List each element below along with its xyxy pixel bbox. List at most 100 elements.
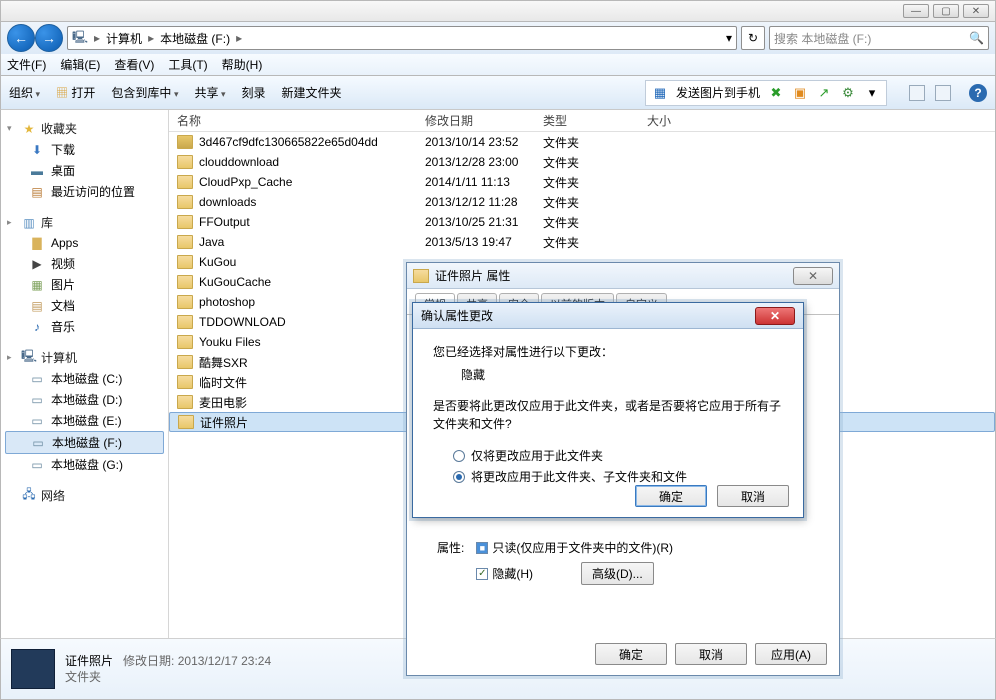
- menu-help[interactable]: 帮助(H): [222, 56, 263, 73]
- sidebar-item-pictures[interactable]: ▦图片: [1, 274, 168, 295]
- address-dropdown[interactable]: ▾: [726, 31, 732, 45]
- sidebar-item-music[interactable]: ♪音乐: [1, 316, 168, 337]
- library-icon: ▥: [21, 215, 37, 231]
- menu-edit[interactable]: 编辑(E): [60, 56, 100, 73]
- file-type: 文件夹: [535, 214, 639, 231]
- chevron-down-icon[interactable]: ▾: [864, 85, 880, 101]
- save-icon[interactable]: ▣: [792, 85, 808, 101]
- sidebar-drive-d[interactable]: ▭本地磁盘 (D:): [1, 389, 168, 410]
- network-icon: 🖧: [21, 488, 37, 504]
- table-row[interactable]: clouddownload2013/12/28 23:00文件夹: [169, 152, 995, 172]
- address-bar[interactable]: 🖳 ▸ 计算机 ▸ 本地磁盘 (F:) ▸ ▾: [67, 26, 737, 50]
- newfolder-button[interactable]: 新建文件夹: [282, 84, 342, 101]
- menu-file[interactable]: 文件(F): [7, 56, 46, 73]
- sidebar-item-desktop[interactable]: ▬桌面: [1, 160, 168, 181]
- confirm-dialog: 确认属性更改 ✕ 您已经选择对属性进行以下更改： 隐藏 是否要将此更改仅应用于此…: [412, 302, 804, 518]
- drive-icon: ▭: [30, 435, 46, 451]
- details-name: 证件照片: [65, 654, 113, 668]
- share-icon[interactable]: ↗: [816, 85, 832, 101]
- file-name: 酷舞SXR: [199, 354, 248, 371]
- confirm-ok-button[interactable]: 确定: [635, 485, 707, 507]
- sidebar-drive-f[interactable]: ▭本地磁盘 (F:): [5, 431, 164, 454]
- folder-icon: [177, 315, 193, 329]
- file-type: 文件夹: [535, 234, 639, 251]
- crumb-computer[interactable]: 计算机: [106, 30, 142, 47]
- open-button[interactable]: ▦ 打开: [56, 84, 95, 101]
- sidebar-computer[interactable]: 计算机: [41, 349, 77, 366]
- max-button[interactable]: ▢: [933, 4, 959, 18]
- action-icon-1[interactable]: ✖: [768, 85, 784, 101]
- drive-icon: ▭: [29, 371, 45, 387]
- gear-icon[interactable]: ⚙: [840, 85, 856, 101]
- confirm-close-button[interactable]: ✕: [755, 307, 795, 325]
- min-button[interactable]: —: [903, 4, 929, 18]
- sidebar-drive-c[interactable]: ▭本地磁盘 (C:): [1, 368, 168, 389]
- radio-this-folder[interactable]: 仅将更改应用于此文件夹: [433, 445, 783, 466]
- table-row[interactable]: 3d467cf9dfc130665822e65d04dd2013/10/14 2…: [169, 132, 995, 152]
- file-name: TDDOWNLOAD: [199, 315, 286, 329]
- organize-button[interactable]: 组织: [9, 84, 40, 101]
- table-row[interactable]: FFOutput2013/10/25 21:31文件夹: [169, 212, 995, 232]
- file-name: KuGouCache: [199, 275, 271, 289]
- sidebar-item-downloads[interactable]: ⬇下载: [1, 139, 168, 160]
- radio-all-subfolders[interactable]: 将更改应用于此文件夹、子文件夹和文件: [433, 466, 783, 487]
- file-name: CloudPxp_Cache: [199, 175, 292, 189]
- sidebar-network[interactable]: 网络: [41, 487, 65, 504]
- file-date: 2013/12/12 11:28: [417, 195, 535, 209]
- col-date[interactable]: 修改日期: [417, 112, 535, 129]
- properties-apply-button[interactable]: 应用(A): [755, 643, 827, 665]
- share-button[interactable]: 共享: [194, 84, 225, 101]
- file-type: 文件夹: [535, 134, 639, 151]
- send-to-phone-button[interactable]: 发送图片到手机: [676, 84, 760, 101]
- close-button[interactable]: ✕: [963, 4, 989, 18]
- sidebar-item-videos[interactable]: ▶视频: [1, 253, 168, 274]
- help-button[interactable]: ?: [969, 84, 987, 102]
- file-name: clouddownload: [199, 155, 279, 169]
- checkbox-checked-icon: [476, 568, 488, 580]
- preview-pane-button[interactable]: [935, 85, 951, 101]
- refresh-button[interactable]: ↻: [741, 26, 765, 50]
- sidebar-drive-e[interactable]: ▭本地磁盘 (E:): [1, 410, 168, 431]
- file-name: 麦田电影: [199, 394, 247, 411]
- file-name: KuGou: [199, 255, 236, 269]
- menu-view[interactable]: 查看(V): [114, 56, 154, 73]
- view-mode-button[interactable]: [909, 85, 925, 101]
- document-icon: ▤: [29, 298, 45, 314]
- readonly-checkbox[interactable]: ■只读(仅应用于文件夹中的文件)(R): [476, 539, 673, 556]
- table-row[interactable]: Java2013/5/13 19:47文件夹: [169, 232, 995, 252]
- menu-tools[interactable]: 工具(T): [168, 56, 207, 73]
- hidden-checkbox[interactable]: 隐藏(H) 高级(D)...: [476, 562, 673, 585]
- back-button[interactable]: ←: [7, 24, 35, 52]
- file-name: 临时文件: [199, 374, 247, 391]
- column-headers[interactable]: 名称 修改日期 类型 大小: [169, 110, 995, 132]
- properties-cancel-button[interactable]: 取消: [675, 643, 747, 665]
- sidebar-libraries[interactable]: 库: [41, 214, 53, 231]
- checkbox-mixed-icon: ■: [476, 542, 488, 554]
- folder-icon: [413, 269, 429, 283]
- folder-icon: [178, 415, 194, 429]
- col-size[interactable]: 大小: [639, 112, 719, 129]
- computer-icon: 🖳: [21, 350, 37, 366]
- col-type[interactable]: 类型: [535, 112, 639, 129]
- sidebar-favorites[interactable]: 收藏夹: [41, 120, 77, 137]
- col-name[interactable]: 名称: [169, 112, 417, 129]
- sidebar-item-recent[interactable]: ▤最近访问的位置: [1, 181, 168, 202]
- crumb-drive[interactable]: 本地磁盘 (F:): [160, 30, 230, 47]
- table-row[interactable]: CloudPxp_Cache2014/1/11 11:13文件夹: [169, 172, 995, 192]
- properties-close-button[interactable]: ✕: [793, 267, 833, 285]
- sidebar-item-documents[interactable]: ▤文档: [1, 295, 168, 316]
- properties-ok-button[interactable]: 确定: [595, 643, 667, 665]
- forward-button[interactable]: →: [35, 24, 63, 52]
- sidebar-item-apps[interactable]: ▇Apps: [1, 233, 168, 253]
- drive-icon: ▭: [29, 392, 45, 408]
- include-button[interactable]: 包含到库中: [111, 84, 178, 101]
- file-name: Java: [199, 235, 224, 249]
- table-row[interactable]: downloads2013/12/12 11:28文件夹: [169, 192, 995, 212]
- advanced-button[interactable]: 高级(D)...: [581, 562, 654, 585]
- burn-button[interactable]: 刻录: [242, 84, 266, 101]
- confirm-cancel-button[interactable]: 取消: [717, 485, 789, 507]
- sidebar-drive-g[interactable]: ▭本地磁盘 (G:): [1, 454, 168, 475]
- confirm-title: 确认属性更改: [421, 307, 493, 324]
- desktop-icon: ▬: [29, 163, 45, 179]
- search-input[interactable]: 搜索 本地磁盘 (F:) 🔍: [769, 26, 989, 50]
